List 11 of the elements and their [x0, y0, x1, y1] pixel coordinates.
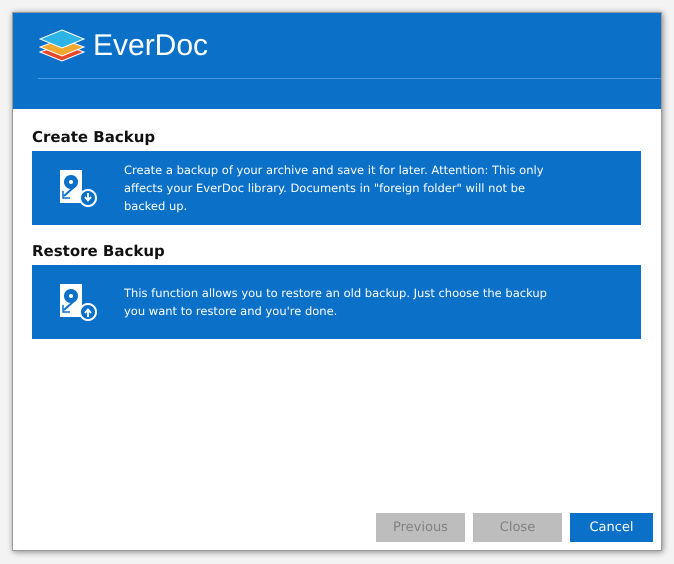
hard-drive-icon [58, 168, 98, 208]
option-panel[interactable]: Create a backup of your archive and save it for later. Attention: This only affects your EverDoc library. Documents in "foreign folder" will not be backed up. [32, 151, 641, 225]
option-panel[interactable]: This function allows you to restore an old backup. Just choose the backup you want to restore and you're done. [32, 265, 641, 339]
section-heading: Create Backup [32, 127, 156, 148]
description-text: Create a backup of your archive and save it for later. Attention: This only affects your EverDoc library. Documents in "foreign folder" will not be backed up. [124, 162, 544, 215]
layers-logo-icon [38, 28, 86, 64]
hard-drive-icon [58, 282, 98, 322]
dialog-button[interactable]: Cancel [570, 513, 653, 542]
description-text: This function allows you to restore an old backup. Just choose the backup you want to restore and you're done. [124, 285, 548, 320]
section-heading: Restore Backup [32, 241, 166, 262]
app-name: EverDoc [93, 28, 208, 64]
